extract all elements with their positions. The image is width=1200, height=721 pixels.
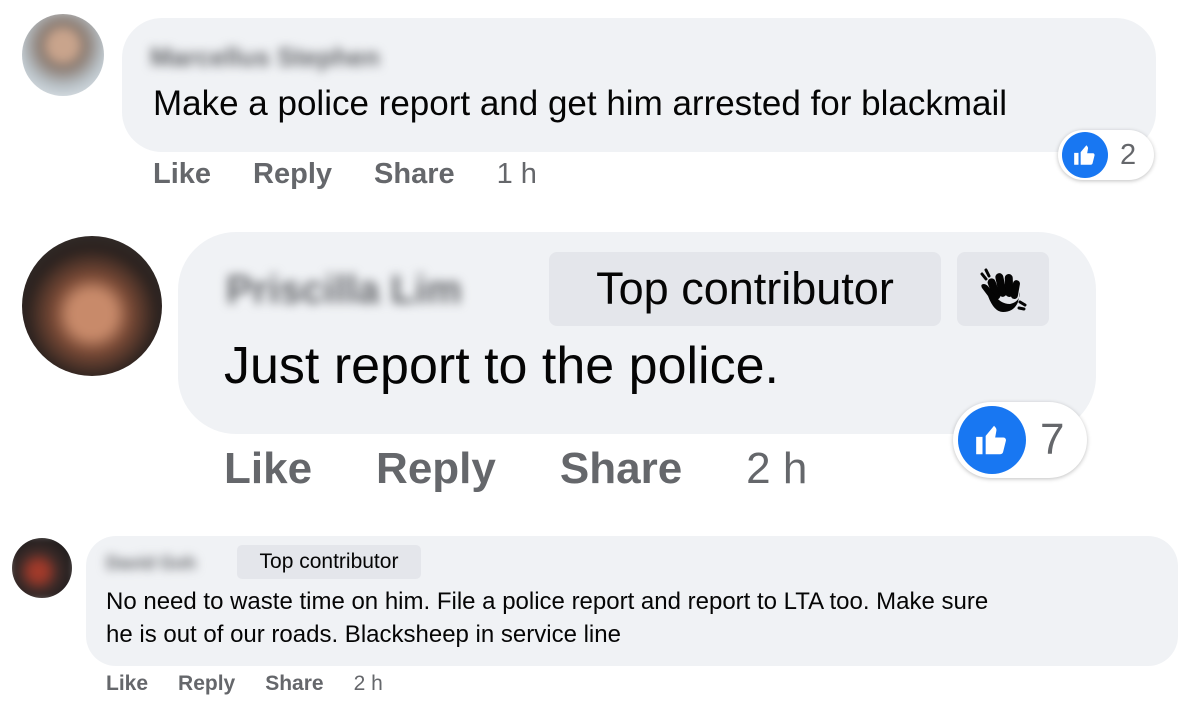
avatar[interactable] xyxy=(22,14,104,96)
top-contributor-badge[interactable]: Top contributor xyxy=(237,545,421,579)
share-button[interactable]: Share xyxy=(560,444,682,494)
timestamp[interactable]: 2 h xyxy=(354,672,383,696)
thumbs-up-icon xyxy=(1062,132,1108,178)
comment-actions: Like Reply Share 1 h xyxy=(153,158,537,191)
comment-text-line: No need to waste time on him. File a pol… xyxy=(106,588,989,615)
reaction-count-badge[interactable]: 2 xyxy=(1058,130,1154,180)
comment-actions: Like Reply Share 2 h xyxy=(224,444,807,494)
reaction-count: 2 xyxy=(1120,138,1137,171)
like-button[interactable]: Like xyxy=(224,444,312,494)
like-button[interactable]: Like xyxy=(153,158,211,191)
timestamp[interactable]: 1 h xyxy=(497,158,537,191)
share-button[interactable]: Share xyxy=(374,158,455,191)
comment-actions: Like Reply Share 2 h xyxy=(106,672,383,696)
comment-text-line: he is out of our roads. Blacksheep in se… xyxy=(106,621,621,648)
reaction-count-badge[interactable]: 7 xyxy=(953,402,1087,478)
reaction-count: 7 xyxy=(1040,415,1065,464)
timestamp[interactable]: 2 h xyxy=(746,444,807,494)
share-button[interactable]: Share xyxy=(265,672,323,696)
comment-text: Just report to the police. xyxy=(224,337,779,395)
waving-hand-icon xyxy=(980,268,1027,312)
reply-button[interactable]: Reply xyxy=(178,672,235,696)
reply-button[interactable]: Reply xyxy=(253,158,332,191)
waving-hand-badge[interactable] xyxy=(957,252,1049,326)
avatar[interactable] xyxy=(12,538,72,598)
author-name[interactable]: Marcellus Stephen xyxy=(150,42,380,73)
comment-text: Make a police report and get him arreste… xyxy=(153,84,1008,123)
avatar[interactable] xyxy=(22,236,162,376)
reply-button[interactable]: Reply xyxy=(376,444,496,494)
like-button[interactable]: Like xyxy=(106,672,148,696)
thumbs-up-icon xyxy=(958,406,1026,474)
author-name[interactable]: David Goh xyxy=(106,553,196,574)
author-name[interactable]: Priscilla Lim xyxy=(226,268,462,313)
top-contributor-badge[interactable]: Top contributor xyxy=(549,252,941,326)
